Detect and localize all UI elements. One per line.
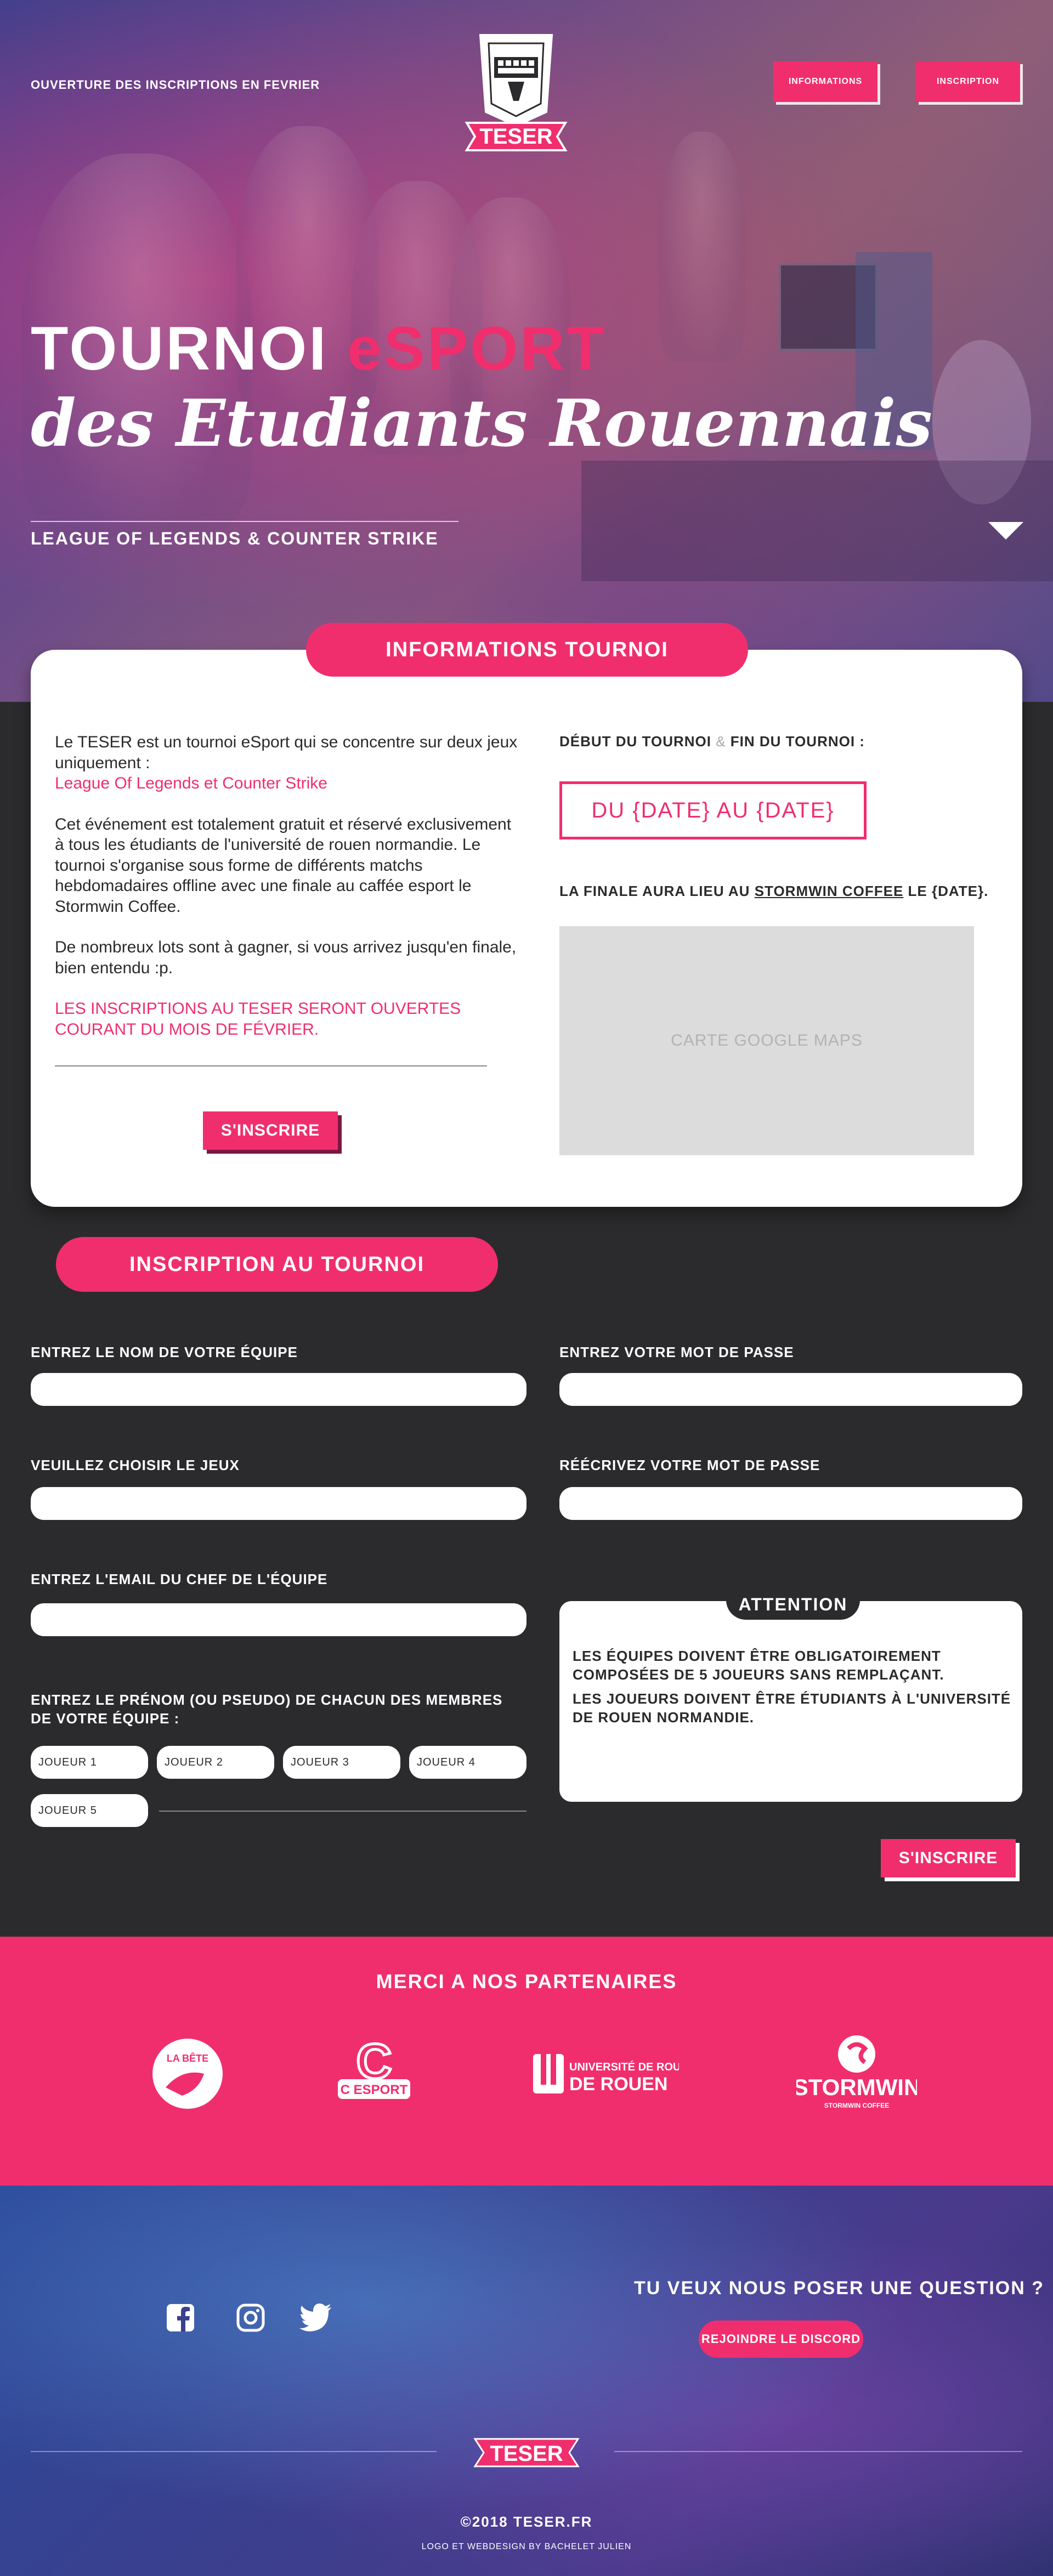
players-divider xyxy=(159,1811,526,1812)
finale-prefix: LA FINALE AURA LIEU AU xyxy=(559,883,755,899)
footer-logo[interactable]: TESER xyxy=(471,2428,582,2477)
tournament-dates-label: DÉBUT DU TOURNOI & FIN DU TOURNOI : xyxy=(559,733,865,750)
hero-title-line2: des Etudiants Rouennais xyxy=(31,385,932,461)
password-label: ENTREZ VOTRE MOT DE PASSE xyxy=(559,1344,794,1360)
footer-logo-text: TESER xyxy=(490,2442,563,2466)
hero-subtitle: LEAGUE OF LEGENDS & COUNTER STRIKE xyxy=(31,529,439,548)
player-5-input[interactable]: JOUEUR 5 xyxy=(31,1794,148,1827)
hero-photo-shape xyxy=(581,461,1053,581)
info-details: Cet événement est totalement gratuit et … xyxy=(55,815,512,916)
team-name-label: ENTREZ LE NOM DE VOTRE ÉQUIPE xyxy=(31,1344,298,1360)
logo-text: TESER xyxy=(479,124,552,149)
team-name-input[interactable] xyxy=(31,1373,526,1406)
footer-divider-left xyxy=(31,2451,437,2452)
nav-informations-button[interactable]: INFORMATIONS xyxy=(773,61,878,102)
chevron-down-icon[interactable] xyxy=(988,522,1023,540)
svg-text:DE ROUEN: DE ROUEN xyxy=(569,2074,667,2095)
discord-button[interactable]: REJOINDRE LE DISCORD xyxy=(699,2320,863,2358)
finale-suffix: LE {DATE}. xyxy=(903,883,989,899)
player-4-input[interactable]: JOUEUR 4 xyxy=(409,1746,526,1779)
twitter-icon[interactable] xyxy=(299,2303,332,2333)
info-divider xyxy=(55,1065,487,1066)
info-intro: Le TESER est un tournoi eSport qui se co… xyxy=(55,733,518,772)
tournament-dates: DU {DATE} AU {DATE} xyxy=(559,781,867,839)
info-section-title: INFORMATIONS TOURNOI xyxy=(306,623,748,677)
hero-divider xyxy=(31,521,458,522)
svg-text:STORMWIN: STORMWIN xyxy=(796,2074,917,2100)
c-esport-label: C ESPORT xyxy=(341,2083,408,2097)
stormwin-logo[interactable]: STORMWIN STORMWIN COFFEE xyxy=(796,2032,917,2114)
password-confirm-input[interactable] xyxy=(559,1487,1022,1520)
dates-label-end: FIN DU TOURNOI : xyxy=(730,733,865,750)
facebook-icon[interactable] xyxy=(166,2303,195,2333)
attention-rule-2: LES JOUEURS DOIVENT ÊTRE ÉTUDIANTS À L'U… xyxy=(573,1690,1011,1726)
footer-question: TU VEUX NOUS POSER UNE QUESTION ? xyxy=(634,2278,1044,2299)
info-card: Le TESER est un tournoi eSport qui se co… xyxy=(31,650,1022,1207)
attention-title: ATTENTION xyxy=(726,1589,860,1620)
la-bete-label: LA BÊTE xyxy=(167,2052,208,2064)
form-submit-button[interactable]: S'INSCRIRE xyxy=(881,1839,1016,1877)
hero-title: TOURNOI eSPORT xyxy=(31,318,607,379)
inscription-section-title: INSCRIPTION AU TOURNOI xyxy=(56,1237,498,1292)
hero-title-esport: eSPORT xyxy=(347,314,607,383)
footer-copyright: ©2018 TESER.FR xyxy=(460,2513,593,2530)
player-2-input[interactable]: JOUEUR 2 xyxy=(157,1746,274,1779)
universite-rouen-logo[interactable]: UNIVERSITÉ DE ROUEN NORMANDIE DE ROUEN xyxy=(531,2043,679,2103)
hero-title-part1: TOURNOI xyxy=(31,314,348,383)
info-registration-notice: Les inscriptions au TESER seront ouverte… xyxy=(55,1000,461,1039)
attention-rule-1: LES ÉQUIPES DOIVENT ÊTRE OBLIGATOIREMENT… xyxy=(573,1648,944,1683)
footer-divider-right xyxy=(614,2451,1022,2452)
info-description: Le TESER est un tournoi eSport qui se co… xyxy=(55,732,524,1060)
player-3-input[interactable]: JOUEUR 3 xyxy=(283,1746,400,1779)
password-confirm-label: RÉÉCRIVEZ VOTRE MOT DE PASSE xyxy=(559,1457,820,1473)
members-label: ENTREZ LE PRÉNOM (OU PSEUDO) DE CHACUN D… xyxy=(31,1692,503,1727)
finale-location: LA FINALE AURA LIEU AU STORMWIN COFFEE L… xyxy=(559,883,988,900)
nav-inscription-button[interactable]: INSCRIPTION xyxy=(916,61,1020,102)
player-1-input[interactable]: JOUEUR 1 xyxy=(31,1746,148,1779)
email-input[interactable] xyxy=(31,1603,526,1636)
footer-credit: LOGO ET WEBDESIGN BY BACHELET JULIEN xyxy=(421,2542,632,2551)
instagram-icon[interactable] xyxy=(236,2303,265,2333)
stormwin-label: STORMWIN COFFEE xyxy=(824,2102,889,2109)
password-input[interactable] xyxy=(559,1373,1022,1406)
hero-photo-shape xyxy=(658,132,746,362)
teser-logo[interactable]: TESER xyxy=(458,30,574,172)
info-prizes: De nombreux lots sont à gagner, si vous … xyxy=(55,938,517,977)
dates-label-amp: & xyxy=(716,733,726,750)
game-select[interactable] xyxy=(31,1487,526,1520)
game-label: VEUILLEZ CHOISIR LE JEUX xyxy=(31,1457,240,1473)
email-label: ENTREZ L'EMAIL DU CHEF DE L'ÉQUIPE xyxy=(31,1571,328,1587)
universite-label: UNIVERSITÉ DE ROUEN NORMANDIE xyxy=(569,2061,679,2073)
dates-label-start: DÉBUT DU TOURNOI xyxy=(559,733,711,750)
finale-place-link[interactable]: STORMWIN COFFEE xyxy=(755,883,904,899)
la-bete-logo[interactable]: LA BÊTE xyxy=(149,2035,226,2112)
info-games: League Of Legends et Counter Strike xyxy=(55,774,327,792)
hero-announcement: OUVERTURE DES INSCRIPTIONS EN FEVRIER xyxy=(31,78,320,92)
c-esport-logo[interactable]: C C ESPORT xyxy=(330,2035,418,2112)
partners-title: MERCI A NOS PARTENAIRES xyxy=(376,1970,677,1993)
map-placeholder[interactable]: CARTE GOOGLE MAPS xyxy=(559,926,974,1155)
info-register-button[interactable]: S'INSCRIRE xyxy=(203,1111,338,1150)
